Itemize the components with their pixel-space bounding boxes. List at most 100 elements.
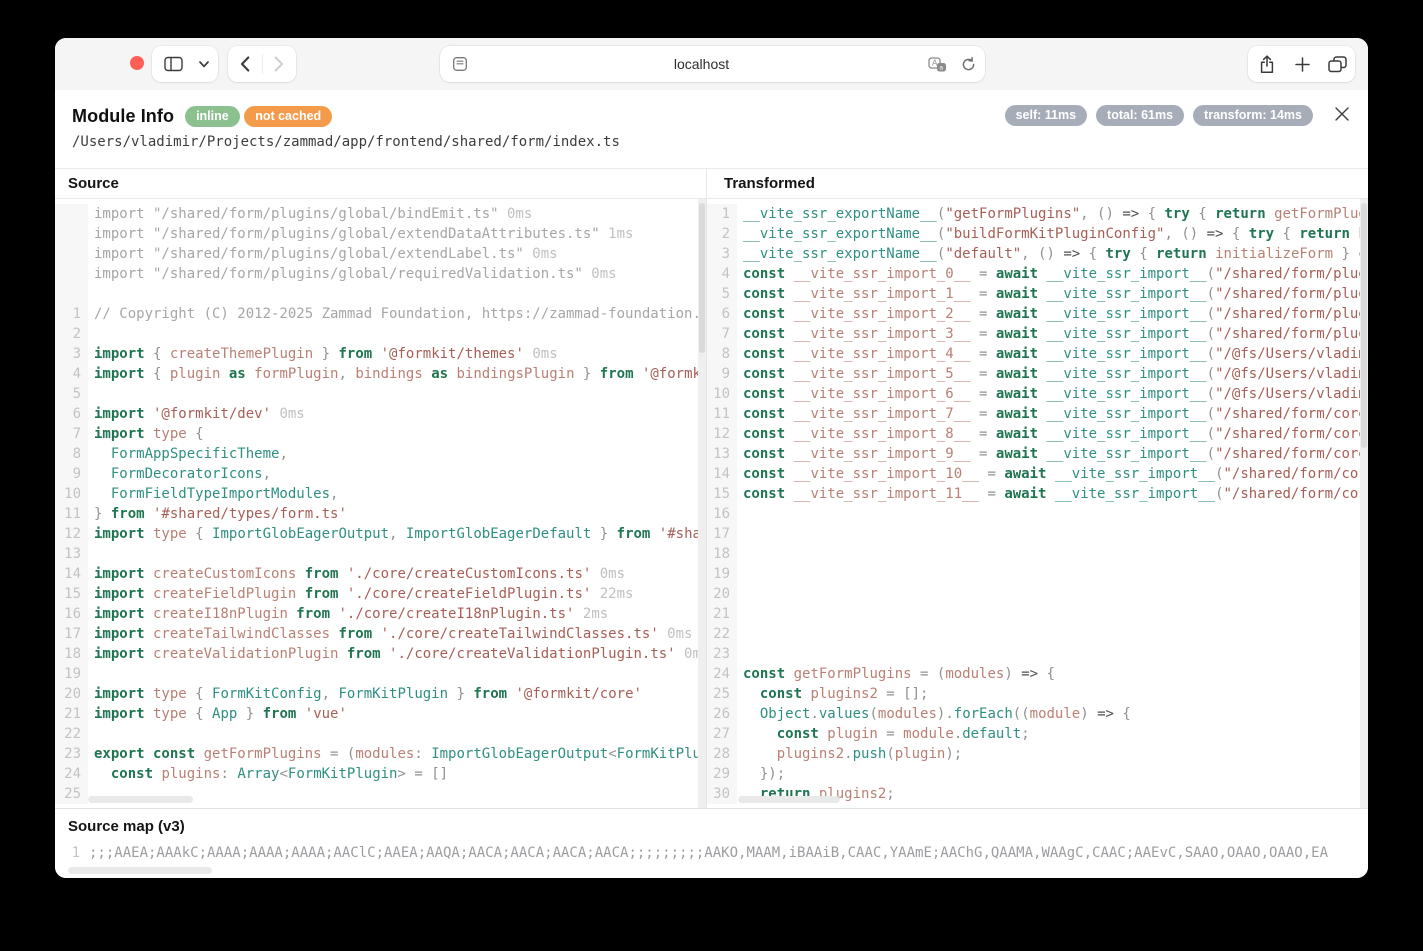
transformed-horizontal-scrollbar[interactable] — [738, 796, 840, 803]
source-panel-title: Source — [55, 169, 706, 198]
timing-badge: total: 61ms — [1096, 105, 1184, 126]
timing-badge: self: 11ms — [1005, 105, 1087, 126]
code-line: 8 FormAppSpecificTheme, — [55, 444, 706, 464]
code-line: 17 — [707, 524, 1368, 544]
line-number: 14 — [707, 464, 737, 484]
code-line: 29 }); — [707, 764, 1368, 784]
line-number: 10 — [707, 384, 737, 404]
code-line: 12import type { ImportGlobEagerOutput, I… — [55, 524, 706, 544]
source-vertical-scrollbar[interactable] — [698, 199, 706, 808]
line-number: 1 — [55, 304, 88, 324]
page-title: Module Info — [72, 106, 174, 127]
line-number: 20 — [707, 584, 737, 604]
back-button-icon[interactable] — [229, 46, 262, 82]
transformed-code[interactable]: 1__vite_ssr_exportName__("getFormPlugins… — [707, 199, 1368, 808]
line-number: 20 — [55, 684, 88, 704]
chevron-down-icon[interactable] — [192, 46, 216, 82]
new-tab-icon[interactable] — [1285, 46, 1319, 82]
code-line: 5const __vite_ssr_import_1__ = await __v… — [707, 284, 1368, 304]
line-number: 22 — [707, 624, 737, 644]
code-panels: import "/shared/form/plugins/global/bind… — [55, 199, 1368, 808]
tab-overview-icon[interactable] — [1319, 46, 1355, 82]
line-number — [55, 204, 88, 224]
line-number: 19 — [707, 564, 737, 584]
code-line: 3__vite_ssr_exportName__("default", () =… — [707, 244, 1368, 264]
status-badge: inline — [185, 106, 240, 127]
code-line: 11} from '#shared/types/form.ts' — [55, 504, 706, 524]
code-line: 1__vite_ssr_exportName__("getFormPlugins… — [707, 204, 1368, 224]
line-number: 7 — [707, 324, 737, 344]
code-line: import "/shared/form/plugins/global/exte… — [55, 224, 706, 244]
reader-icon[interactable] — [440, 46, 480, 82]
reload-icon[interactable] — [951, 46, 985, 82]
line-number: 5 — [55, 384, 88, 404]
line-number: 12 — [707, 424, 737, 444]
line-number: 26 — [707, 704, 737, 724]
code-line: 14import createCustomIcons from './core/… — [55, 564, 706, 584]
translate-icon[interactable]: Aa — [923, 46, 951, 82]
address-bar[interactable]: localhost Aa — [440, 46, 985, 82]
transformed-vertical-scrollbar[interactable] — [1360, 199, 1368, 808]
line-number: 2 — [707, 224, 737, 244]
transformed-panel-title: Transformed — [707, 169, 1368, 198]
line-number: 27 — [707, 724, 737, 744]
line-number: 7 — [55, 424, 88, 444]
source-map-title: Source map (v3) — [68, 818, 185, 835]
forward-button-icon[interactable] — [263, 46, 296, 82]
code-line: 13const __vite_ssr_import_9__ = await __… — [707, 444, 1368, 464]
code-line — [55, 284, 706, 304]
source-map-mappings: ;;;AAEA;AAAkC;AAAA;AAAA;AAAA;AAClC;AAEA;… — [80, 843, 1368, 863]
line-number: 8 — [707, 344, 737, 364]
line-number: 25 — [707, 684, 737, 704]
code-line: 24const getFormPlugins = (modules) => { — [707, 664, 1368, 684]
url-text[interactable]: localhost — [480, 56, 923, 72]
browser-window: localhost Aa Module Info inline not cach… — [55, 38, 1368, 878]
close-icon[interactable] — [1330, 102, 1354, 126]
source-map-horizontal-scrollbar[interactable] — [68, 867, 212, 874]
module-info-header: Module Info inline not cached /Users/vla… — [55, 90, 1368, 168]
line-number: 16 — [707, 504, 737, 524]
code-line: 18import createValidationPlugin from './… — [55, 644, 706, 664]
line-number: 19 — [55, 664, 88, 684]
toolbar-right-group — [1248, 46, 1355, 82]
code-line: 7import type { — [55, 424, 706, 444]
close-window-button[interactable] — [130, 56, 144, 70]
line-number: 23 — [707, 644, 737, 664]
line-number: 17 — [55, 624, 88, 644]
source-code[interactable]: import "/shared/form/plugins/global/bind… — [55, 199, 706, 808]
share-icon[interactable] — [1248, 46, 1285, 82]
code-line: 26 Object.values(modules).forEach((modul… — [707, 704, 1368, 724]
code-line: 23 — [707, 644, 1368, 664]
line-number: 9 — [707, 364, 737, 384]
sidebar-toggle-icon[interactable] — [154, 46, 192, 82]
code-line: 21import type { App } from 'vue' — [55, 704, 706, 724]
line-number — [55, 244, 88, 264]
line-number: 29 — [707, 764, 737, 784]
line-number: 3 — [707, 244, 737, 264]
line-number: 13 — [707, 444, 737, 464]
line-number: 4 — [707, 264, 737, 284]
svg-text:a: a — [939, 64, 943, 71]
code-line: 25 const plugins2 = []; — [707, 684, 1368, 704]
line-number: 14 — [55, 564, 88, 584]
code-line: import "/shared/form/plugins/global/exte… — [55, 244, 706, 264]
code-line: 15const __vite_ssr_import_11__ = await _… — [707, 484, 1368, 504]
line-number: 17 — [707, 524, 737, 544]
line-number: 6 — [707, 304, 737, 324]
line-number: 5 — [707, 284, 737, 304]
code-line: 9 FormDecoratorIcons, — [55, 464, 706, 484]
code-line: 7const __vite_ssr_import_3__ = await __v… — [707, 324, 1368, 344]
line-number: 18 — [55, 644, 88, 664]
code-line: 21 — [707, 604, 1368, 624]
code-line: 22 — [707, 624, 1368, 644]
code-line: 18 — [707, 544, 1368, 564]
line-number: 9 — [55, 464, 88, 484]
line-number: 8 — [55, 444, 88, 464]
code-line: 1// Copyright (C) 2012-2025 Zammad Found… — [55, 304, 706, 324]
timing-metrics: self: 11mstotal: 61mstransform: 14ms — [1005, 105, 1313, 126]
code-line: 8const __vite_ssr_import_4__ = await __v… — [707, 344, 1368, 364]
code-line: 2 — [55, 324, 706, 344]
line-number: 13 — [55, 544, 88, 564]
module-path: /Users/vladimir/Projects/zammad/app/fron… — [72, 134, 620, 150]
source-horizontal-scrollbar[interactable] — [88, 796, 193, 803]
